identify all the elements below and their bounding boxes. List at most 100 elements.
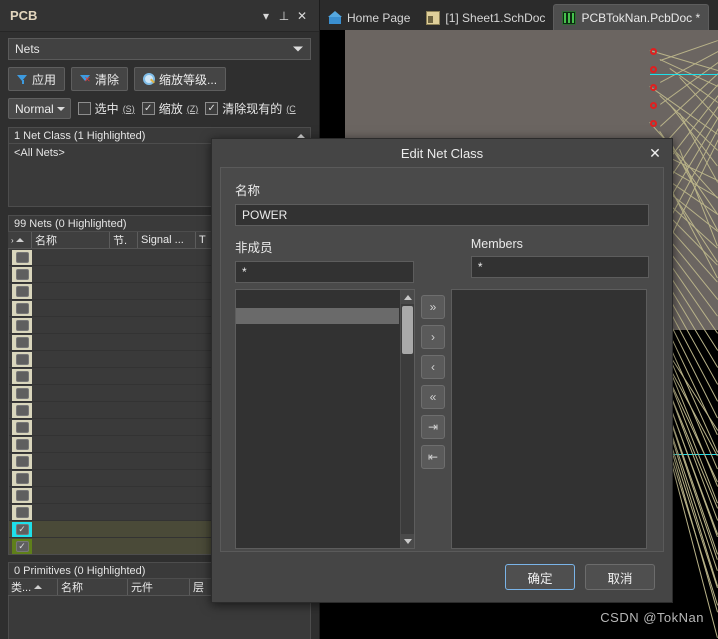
tab-sheet1-schdoc[interactable]: [1] Sheet1.SchDoc [418, 4, 553, 30]
list-item[interactable] [236, 388, 399, 404]
list-item[interactable] [236, 420, 399, 436]
checkbox-zoom[interactable]: 缩放 (Z) [141, 100, 198, 117]
net-color-swatch[interactable] [12, 385, 32, 401]
list-item[interactable] [452, 308, 646, 324]
clear-button[interactable]: 清除 [71, 67, 129, 91]
scroll-down-icon[interactable] [401, 534, 414, 548]
list-item[interactable] [236, 340, 399, 356]
move-filtered-left-button[interactable]: ⇤ [421, 445, 445, 469]
column-header-name[interactable]: 名称 [32, 232, 110, 248]
members-list[interactable] [451, 289, 647, 549]
members-filter-input[interactable]: * [470, 256, 650, 278]
net-color-cell[interactable] [9, 436, 33, 452]
zoom-level-button[interactable]: 缩放等级... [134, 67, 227, 91]
list-item[interactable] [452, 292, 646, 308]
list-item[interactable] [236, 308, 399, 324]
pcb-pad [650, 84, 657, 91]
net-color-swatch[interactable] [12, 351, 32, 367]
net-color-cell[interactable]: ✓ [9, 538, 33, 554]
list-item[interactable] [236, 436, 399, 452]
net-color-swatch[interactable] [12, 453, 32, 469]
tab-pcbtoknan-pcbdoc[interactable]: PCBTokNan.PcbDoc * [553, 4, 710, 30]
list-item[interactable] [236, 292, 399, 308]
net-color-swatch[interactable] [12, 487, 32, 503]
apply-button[interactable]: 应用 [8, 67, 66, 91]
net-color-cell[interactable] [9, 300, 33, 316]
chevron-up-icon [297, 133, 305, 138]
net-color-cell[interactable] [9, 385, 33, 401]
column-header-color[interactable]: › [8, 232, 32, 248]
scope-combo[interactable]: Nets [8, 38, 311, 60]
list-item[interactable] [236, 372, 399, 388]
column-header-nodes[interactable]: 节. [110, 232, 138, 248]
move-all-left-button[interactable]: « [421, 385, 445, 409]
net-color-cell[interactable] [9, 334, 33, 350]
move-left-button[interactable]: ‹ [421, 355, 445, 379]
list-item[interactable] [236, 356, 399, 372]
net-color-cell[interactable] [9, 351, 33, 367]
net-color-swatch[interactable]: ✓ [12, 538, 32, 554]
move-filtered-right-button[interactable]: ⇥ [421, 415, 445, 439]
close-icon[interactable]: ✕ [293, 7, 311, 25]
column-header-signal[interactable]: Signal ... [138, 232, 196, 248]
net-color-cell[interactable] [9, 504, 33, 520]
net-color-cell[interactable]: ✓ [9, 521, 33, 537]
net-color-cell[interactable] [9, 249, 33, 265]
chevron-down-icon[interactable]: ▾ [257, 7, 275, 25]
column-header-name[interactable]: 名称 [58, 579, 128, 595]
net-color-cell[interactable] [9, 283, 33, 299]
net-color-swatch[interactable] [12, 504, 32, 520]
checkbox-clear-existing[interactable]: 清除现有的 (C [205, 100, 296, 117]
list-item[interactable] [236, 484, 399, 500]
net-color-cell[interactable] [9, 317, 33, 333]
net-color-cell[interactable] [9, 368, 33, 384]
non-members-filter-input[interactable]: * [235, 261, 415, 283]
non-members-scrollbar[interactable] [400, 290, 414, 548]
net-color-cell[interactable] [9, 402, 33, 418]
net-color-swatch[interactable]: ✓ [12, 521, 32, 537]
net-color-swatch[interactable] [12, 470, 32, 486]
net-nodes-cell [111, 249, 139, 265]
net-color-swatch[interactable] [12, 300, 32, 316]
list-item[interactable] [452, 324, 646, 340]
list-item[interactable] [236, 468, 399, 484]
net-color-cell[interactable] [9, 453, 33, 469]
list-item[interactable] [236, 404, 399, 420]
pin-icon[interactable]: ⊥ [275, 7, 293, 25]
net-color-swatch[interactable] [12, 266, 32, 282]
checkbox-select[interactable]: 选中 (S) [77, 100, 135, 117]
checkbox-mnemonic: (S) [122, 103, 135, 114]
net-color-cell[interactable] [9, 470, 33, 486]
net-color-swatch[interactable] [12, 283, 32, 299]
list-item[interactable] [236, 452, 399, 468]
scrollbar-thumb[interactable] [402, 306, 413, 354]
list-item[interactable] [236, 324, 399, 340]
net-color-cell[interactable] [9, 419, 33, 435]
net-color-swatch[interactable] [12, 249, 32, 265]
cancel-button[interactable]: 取消 [585, 564, 655, 590]
net-color-swatch[interactable] [12, 368, 32, 384]
tab-home-page[interactable]: Home Page [320, 4, 418, 30]
net-color-swatch[interactable] [12, 419, 32, 435]
scroll-up-icon[interactable] [401, 290, 414, 304]
checkbox-box [141, 102, 155, 115]
column-header-kind[interactable]: 类... [8, 579, 58, 595]
list-item[interactable] [236, 516, 399, 532]
net-color-swatch[interactable] [12, 334, 32, 350]
close-icon[interactable]: ✕ [646, 144, 664, 162]
net-color-swatch[interactable] [12, 436, 32, 452]
sort-ascending-icon [34, 585, 43, 589]
net-color-cell[interactable] [9, 487, 33, 503]
non-members-list[interactable] [235, 289, 415, 549]
list-item[interactable] [236, 500, 399, 516]
move-all-right-button[interactable]: » [421, 295, 445, 319]
column-header-component[interactable]: 元件 [128, 579, 190, 595]
name-input[interactable]: POWER [235, 204, 649, 226]
ok-button[interactable]: 确定 [505, 564, 575, 590]
move-right-button[interactable]: › [421, 325, 445, 349]
net-color-cell[interactable] [9, 266, 33, 282]
mode-combo[interactable]: Normal [8, 98, 71, 119]
net-color-swatch[interactable] [12, 402, 32, 418]
list-item[interactable] [236, 532, 399, 548]
net-color-swatch[interactable] [12, 317, 32, 333]
